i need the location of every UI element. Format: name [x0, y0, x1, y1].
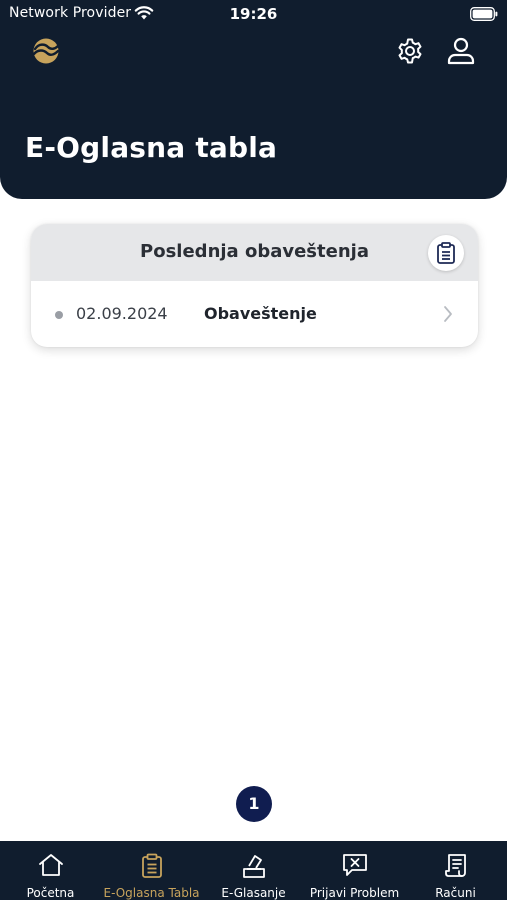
page-title: E-Oglasna tabla: [25, 131, 278, 164]
app-header: Network Provider 19:26 E-Oglasna tabla: [0, 0, 507, 199]
card-header: Poslednja obaveštenja: [31, 224, 478, 281]
status-bar: Network Provider 19:26: [0, 0, 507, 28]
tab-label: E-Glasanje: [221, 886, 286, 900]
status-time: 19:26: [229, 5, 278, 23]
tab-prijavi-problem[interactable]: Prijavi Problem: [304, 841, 405, 900]
tab-label: Početna: [26, 886, 75, 900]
report-problem-icon: [343, 854, 367, 876]
tab-e-oglasna-tabla[interactable]: E-Oglasna Tabla: [101, 841, 202, 900]
battery-icon: [470, 7, 498, 21]
tab-e-glasanje[interactable]: E-Glasanje: [203, 841, 304, 900]
tab-pocetna[interactable]: Početna: [0, 841, 101, 900]
receipt-icon: [445, 854, 466, 877]
bottom-tab-bar: Početna E-Oglasna Tabla E-Glasanje Prija…: [0, 841, 507, 900]
tab-label: Računi: [435, 886, 476, 900]
home-icon: [39, 854, 63, 876]
clipboard-icon: [437, 242, 455, 264]
ballot-box-icon: [243, 855, 265, 878]
bullet-dot: [55, 311, 63, 319]
page-number-button[interactable]: 1: [236, 786, 272, 822]
gear-icon[interactable]: [396, 37, 424, 65]
swirl-logo-icon: [32, 38, 60, 64]
latest-notices-card: Poslednja obaveštenja 02.09.2024 Obavešt…: [31, 224, 478, 347]
chevron-right-icon: [444, 306, 452, 322]
user-icon[interactable]: [446, 37, 476, 65]
card-title: Poslednja obaveštenja: [140, 241, 369, 262]
clipboard-icon: [142, 853, 162, 878]
notice-date: 02.09.2024: [76, 304, 168, 323]
notice-row[interactable]: 02.09.2024 Obaveštenje: [31, 281, 478, 347]
tab-label: E-Oglasna Tabla: [103, 886, 200, 900]
tab-racuni[interactable]: Računi: [405, 841, 506, 900]
notice-title: Obaveštenje: [204, 304, 317, 323]
tab-label: Prijavi Problem: [309, 886, 400, 900]
clipboard-button[interactable]: [428, 235, 464, 271]
